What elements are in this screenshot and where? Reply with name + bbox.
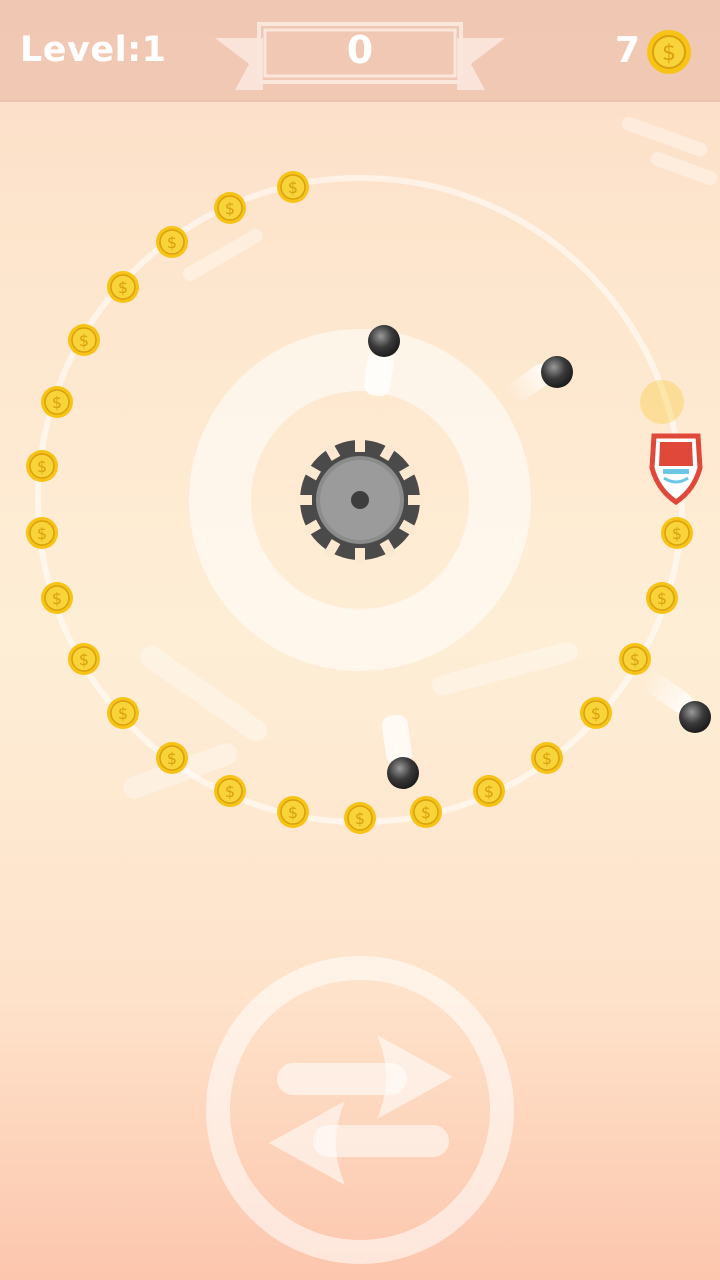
coin: $ xyxy=(531,742,563,774)
coin: $ xyxy=(26,517,58,549)
obstacle-ball xyxy=(541,356,573,388)
coin: $ xyxy=(68,324,100,356)
svg-text:$: $ xyxy=(630,650,640,669)
svg-text:$: $ xyxy=(79,650,89,669)
coin: $ xyxy=(410,796,442,828)
svg-text:$: $ xyxy=(421,803,431,822)
coin: $ xyxy=(646,582,678,614)
coin: $ xyxy=(473,775,505,807)
svg-text:$: $ xyxy=(662,41,676,66)
svg-text:$: $ xyxy=(672,524,682,543)
svg-text:$: $ xyxy=(37,524,47,543)
coin: $ xyxy=(277,796,309,828)
coin: $ xyxy=(26,450,58,482)
coin: $ xyxy=(41,582,73,614)
svg-text:$: $ xyxy=(225,199,235,218)
swap-direction-arrows-icon xyxy=(206,956,514,1264)
player-ship xyxy=(649,433,703,506)
coin: $ xyxy=(41,386,73,418)
svg-text:$: $ xyxy=(542,749,552,768)
svg-text:$: $ xyxy=(167,233,177,252)
swap-direction-button[interactable] xyxy=(205,955,515,1265)
svg-text:$: $ xyxy=(37,457,47,476)
coin: $ xyxy=(580,697,612,729)
coin: $ xyxy=(277,171,309,203)
svg-text:$: $ xyxy=(52,393,62,412)
svg-text:$: $ xyxy=(288,803,298,822)
obstacle-ball xyxy=(679,701,711,733)
coin: $ xyxy=(107,697,139,729)
dollar-coin-icon: $ xyxy=(647,30,691,74)
svg-text:$: $ xyxy=(484,782,494,801)
svg-text:$: $ xyxy=(118,278,128,297)
coin: $ xyxy=(156,742,188,774)
svg-text:$: $ xyxy=(288,178,298,197)
coin: $ xyxy=(68,643,100,675)
coin: $ xyxy=(619,643,651,675)
svg-text:$: $ xyxy=(225,782,235,801)
score-value: 0 xyxy=(346,28,374,72)
level-label: Level:1 xyxy=(20,30,167,70)
svg-text:$: $ xyxy=(79,331,89,350)
svg-text:$: $ xyxy=(118,704,128,723)
svg-text:$: $ xyxy=(167,749,177,768)
coin: $ xyxy=(214,775,246,807)
coin-faded xyxy=(640,380,684,424)
top-hud-bar: Level:1 0 7 $ xyxy=(0,0,720,102)
svg-text:$: $ xyxy=(355,809,365,828)
coin: $ xyxy=(344,802,376,834)
obstacle-ball xyxy=(368,325,400,357)
coin: $ xyxy=(214,192,246,224)
coin-count: 7 xyxy=(614,30,640,71)
svg-text:$: $ xyxy=(657,589,667,608)
svg-text:$: $ xyxy=(591,704,601,723)
coin: $ xyxy=(156,226,188,258)
svg-text:$: $ xyxy=(52,589,62,608)
center-gear-hazard xyxy=(296,436,424,564)
coin: $ xyxy=(107,271,139,303)
coin: $ xyxy=(661,517,693,549)
obstacle-ball xyxy=(387,757,419,789)
